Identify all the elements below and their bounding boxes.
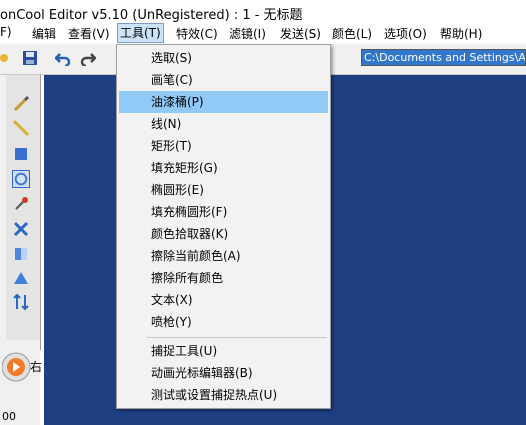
menu-item-airbrush[interactable]: 喷枪(Y) [119,311,328,333]
menu-color[interactable]: 颜色(L) [332,25,372,42]
side-label: 右 [30,360,43,374]
menu-item-hotspot[interactable]: 测试或设置捕捉热点(U) [119,384,328,406]
spray-icon[interactable] [12,220,30,238]
menu-item-erase-current[interactable]: 擦除当前颜色(A) [119,245,328,267]
menu-effects[interactable]: 特效(C) [176,25,218,42]
title-bar: onCool Editor v5.10 (UnRegistered) : 1 -… [0,0,526,23]
menu-item-paint-bucket[interactable]: 油漆桶(P) [119,91,328,113]
menu-help[interactable]: 帮助(H) [440,25,482,42]
menu-separator [147,337,327,338]
menu-bar: F) 编辑 查看(V) 工具(T) 特效(C) 滤镜(I) 发送(S) 颜色(L… [0,22,526,44]
window-title: onCool Editor v5.10 (UnRegistered) : 1 -… [0,8,303,23]
menu-edit[interactable]: 编辑 [32,25,56,42]
eyedropper-icon[interactable] [12,195,30,213]
gradient-icon[interactable] [12,245,30,263]
redo-icon[interactable] [80,50,96,66]
menu-view[interactable]: 查看(V) [68,25,110,42]
menu-item-ellipse[interactable]: 椭圆形(E) [119,179,328,201]
menu-filter[interactable]: 滤镜(I) [229,25,266,42]
ellipse-icon[interactable] [12,170,30,188]
menu-item-line[interactable]: 线(N) [119,113,328,135]
menu-item-cursor-editor[interactable]: 动画光标编辑器(B) [119,362,328,384]
menu-tools[interactable]: 工具(T) [117,23,164,43]
play-control-icon[interactable] [2,345,32,390]
side-number: 00 [2,410,16,423]
menu-item-select[interactable]: 选取(S) [119,47,328,69]
brush-icon[interactable] [12,95,30,113]
undo-icon[interactable] [55,50,71,66]
path-field[interactable]: C:\Documents and Settings\Admin [361,49,526,66]
transform-icon[interactable] [12,270,30,288]
menu-item-text[interactable]: 文本(X) [119,289,328,311]
menu-item-filled-ellipse[interactable]: 填充椭圆形(F) [119,201,328,223]
menu-item-brush[interactable]: 画笔(C) [119,69,328,91]
menu-send[interactable]: 发送(S) [280,25,321,42]
menu-options[interactable]: 选项(O) [384,25,427,42]
menu-item-filled-rect[interactable]: 填充矩形(G) [119,157,328,179]
rectangle-icon[interactable] [12,145,30,163]
menu-item-erase-all[interactable]: 擦除所有颜色 [119,267,328,289]
menu-item-color-picker[interactable]: 颜色拾取器(K) [119,223,328,245]
pencil-icon[interactable] [12,119,30,137]
save-icon[interactable] [22,50,38,66]
flip-icon[interactable] [12,293,30,311]
tools-menu-dropdown: 选取(S) 画笔(C) 油漆桶(P) 线(N) 矩形(T) 填充矩形(G) 椭圆… [116,44,331,409]
menu-file[interactable]: F) [0,25,12,39]
menu-item-rectangle[interactable]: 矩形(T) [119,135,328,157]
menu-item-capture-tool[interactable]: 捕捉工具(U) [119,340,328,362]
open-icon[interactable] [0,50,16,66]
